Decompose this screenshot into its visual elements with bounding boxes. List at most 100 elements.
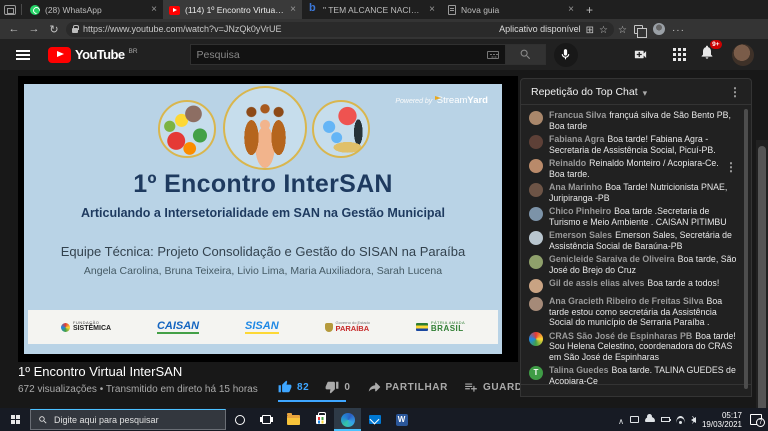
youtube-profile-avatar[interactable] bbox=[732, 44, 754, 66]
browser-tab[interactable]: " TEM ALCANCE NACIONAL CO× bbox=[302, 0, 441, 19]
share-button[interactable]: PARTILHAR bbox=[367, 380, 448, 394]
taskbar-app-button[interactable] bbox=[361, 408, 388, 431]
chat-message: Ana Gracieth Ribeiro de Freitas SilvaBoa… bbox=[529, 296, 737, 328]
clock-date: 19/03/2021 bbox=[702, 420, 742, 429]
dislike-icon bbox=[325, 380, 339, 394]
powered-by-label: Powered by bbox=[395, 98, 432, 105]
tab-actions-icon[interactable] bbox=[4, 5, 16, 15]
chat-author: Reinaldo bbox=[549, 158, 586, 168]
slide-title: 1º Encontro InterSAN bbox=[24, 170, 502, 199]
like-button[interactable]: 82 bbox=[278, 380, 309, 394]
app-available-label[interactable]: Aplicativo disponível bbox=[499, 24, 581, 34]
page-scrollbar[interactable] bbox=[756, 140, 768, 431]
taskbar-app-button[interactable]: W bbox=[388, 408, 415, 431]
action-center-badge: 7 bbox=[756, 418, 765, 427]
taskbar-app-button[interactable] bbox=[226, 408, 253, 431]
brazil-flag-icon bbox=[416, 323, 428, 331]
video-stats: 672 visualizações • Transmitido em diret… bbox=[18, 384, 258, 395]
browser-profile-avatar[interactable] bbox=[653, 23, 665, 35]
task-view-icon bbox=[262, 415, 271, 424]
url-text[interactable]: https://www.youtube.com/watch?v=JNzQk0yV… bbox=[83, 24, 494, 34]
network-icon[interactable] bbox=[676, 416, 685, 423]
share-label: PARTILHAR bbox=[386, 382, 448, 393]
chat-author: Talina Guedes bbox=[549, 365, 608, 375]
app-install-icon[interactable] bbox=[586, 20, 594, 38]
taskbar-search-input[interactable]: Digite aqui para pesquisar bbox=[30, 409, 226, 430]
taskbar-app-button[interactable] bbox=[334, 408, 361, 431]
volume-icon[interactable] bbox=[691, 417, 696, 423]
close-icon[interactable]: × bbox=[290, 5, 296, 15]
forward-button[interactable] bbox=[26, 23, 42, 35]
browser-tab-strip: (28) WhatsApp×(114) 1º Encontro Virtual … bbox=[0, 0, 768, 19]
logo-main-text: SISTÊMICA bbox=[73, 325, 111, 332]
search-button[interactable] bbox=[506, 44, 546, 65]
chat-avatar bbox=[529, 111, 543, 125]
tab-title: (28) WhatsApp bbox=[45, 5, 146, 15]
partner-logo: CAISAN bbox=[157, 320, 199, 334]
taskbar-app-button[interactable] bbox=[307, 408, 334, 431]
close-icon[interactable]: × bbox=[151, 5, 157, 15]
new-tab-button[interactable]: + bbox=[586, 3, 593, 17]
chat-text: Boa tarde a todos! bbox=[647, 278, 719, 288]
taskbar-app-button[interactable] bbox=[253, 408, 280, 431]
collections-icon[interactable] bbox=[634, 25, 643, 34]
address-bar[interactable]: https://www.youtube.com/watch?v=JNzQk0yV… bbox=[66, 22, 614, 37]
start-button[interactable] bbox=[0, 408, 30, 431]
chat-message: Chico PinheiroBoa tarde .Secretaria de T… bbox=[529, 206, 737, 227]
video-player[interactable]: Powered by StreamYard 1º Encontro InterS… bbox=[18, 76, 518, 362]
notifications-button[interactable]: 9+ bbox=[699, 44, 715, 65]
action-center-icon[interactable]: 7 bbox=[750, 414, 762, 425]
chat-author: Genicleide Saraiva de Oliveira bbox=[549, 254, 675, 264]
taskbar-clock[interactable]: 05:17 19/03/2021 bbox=[702, 411, 742, 429]
youtube-icon bbox=[169, 6, 180, 15]
battery-icon[interactable] bbox=[661, 417, 670, 422]
youtube-logo[interactable]: YouTube BR bbox=[48, 47, 138, 63]
keyboard-icon[interactable] bbox=[487, 51, 499, 59]
slide-logo-strip: FUNDAÇÃOSISTÊMICACAISANSISANGoverno do E… bbox=[28, 310, 498, 344]
logo-text: CAISAN bbox=[157, 320, 199, 334]
chat-message-list[interactable]: Francua Silvafrançuá silva de São Bento … bbox=[521, 105, 751, 384]
create-video-icon[interactable] bbox=[631, 47, 650, 62]
apps-grid-icon[interactable] bbox=[673, 48, 676, 51]
live-chat-panel: Repetição do Top Chat Francua Silvafranç… bbox=[520, 78, 752, 397]
chat-author: Gil de assis elias alves bbox=[549, 278, 644, 288]
close-icon[interactable]: × bbox=[429, 5, 435, 15]
message-menu-icon[interactable] bbox=[725, 158, 737, 179]
chat-author: Ana Marinho bbox=[549, 182, 602, 192]
display-tray-icon[interactable] bbox=[630, 416, 639, 423]
browser-tab[interactable]: Nova guia× bbox=[441, 0, 580, 19]
slide-team-line: Equipe Técnica: Projeto Consolidação e G… bbox=[24, 244, 502, 259]
chat-message: Ana MarinhoBoa Tarde! Nutricionista PNAE… bbox=[529, 182, 737, 203]
chat-title: Repetição do Top Chat bbox=[531, 86, 638, 98]
dislike-button[interactable]: 0 bbox=[325, 380, 350, 394]
tray-expand-icon[interactable] bbox=[618, 411, 624, 429]
onedrive-icon[interactable] bbox=[645, 417, 655, 422]
chat-message: Fabiana AgraBoa tarde! Fabiana Agra - Se… bbox=[529, 134, 737, 155]
chat-message-body: ReinaldoReinaldo Monteiro / Acopiara-Ce.… bbox=[549, 158, 719, 179]
chat-menu-icon[interactable] bbox=[729, 83, 741, 101]
browser-tab[interactable]: (28) WhatsApp × bbox=[24, 0, 163, 19]
notification-badge: 9+ bbox=[710, 40, 722, 49]
browser-toolbar: https://www.youtube.com/watch?v=JNzQk0yV… bbox=[0, 19, 768, 39]
add-favorite-icon[interactable] bbox=[599, 20, 608, 38]
page-scrollbar-thumb[interactable] bbox=[758, 146, 766, 416]
logo-emblem-icon bbox=[61, 323, 70, 332]
word-icon: W bbox=[396, 414, 408, 426]
browser-menu-icon[interactable] bbox=[672, 20, 685, 38]
chat-scrollbar[interactable] bbox=[744, 109, 748, 389]
slide-subtitle: Articulando a Intersetorialidade em SAN … bbox=[24, 206, 502, 220]
search-input[interactable]: Pesquisa bbox=[190, 44, 506, 65]
close-icon[interactable]: × bbox=[568, 5, 574, 15]
chat-message-body: Emerson SalesEmerson Sales, Secretária d… bbox=[549, 230, 737, 251]
taskbar-app-button[interactable] bbox=[280, 408, 307, 431]
chat-header: Repetição do Top Chat bbox=[521, 79, 751, 105]
hamburger-menu-icon[interactable] bbox=[16, 50, 30, 60]
back-button[interactable] bbox=[6, 23, 22, 35]
voice-search-button[interactable] bbox=[554, 43, 578, 67]
favorites-icon[interactable] bbox=[618, 20, 627, 38]
reload-button[interactable] bbox=[46, 23, 62, 36]
chevron-down-icon[interactable] bbox=[643, 83, 648, 101]
food-icon bbox=[158, 100, 216, 158]
windows-taskbar: Digite aqui para pesquisar W 05:17 19/03… bbox=[0, 408, 768, 431]
browser-tab[interactable]: (114) 1º Encontro Virtual InterSA× bbox=[163, 0, 302, 19]
